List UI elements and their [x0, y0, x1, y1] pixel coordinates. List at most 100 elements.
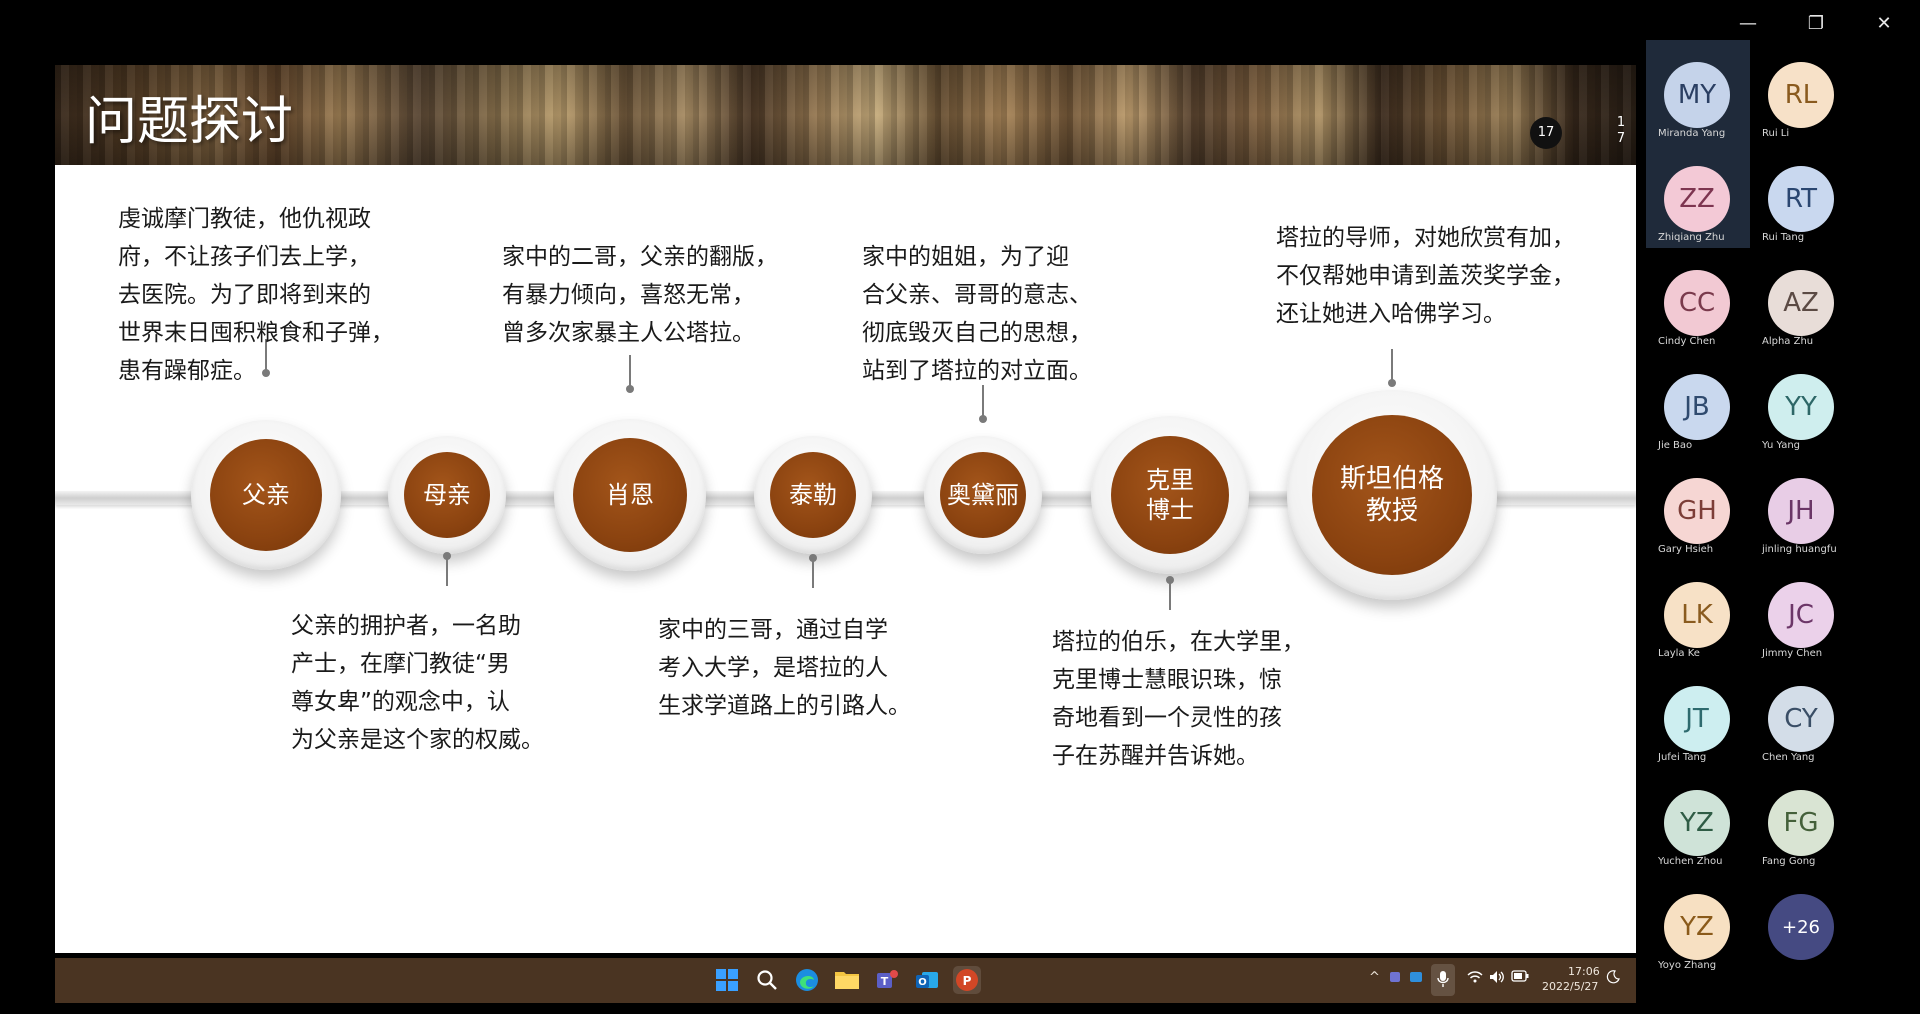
timeline-node-4: 泰勒 [754, 436, 872, 554]
description-line: 塔拉的伯乐，在大学里， [1052, 629, 1305, 655]
battery-icon[interactable] [1511, 970, 1529, 986]
participant-tile[interactable]: JC Jimmy Chen [1750, 560, 1854, 664]
close-icon[interactable]: ✕ [1864, 10, 1904, 38]
avatar: YZ [1664, 790, 1730, 856]
description-line: 塔拉的导师，对她欣赏有加， [1276, 225, 1575, 251]
presentation-slide: 问题探讨 17 1 7 父亲 虔诚摩门教徒，他仇视政 府，不让孩子们去上学， 去医院。… [55, 65, 1636, 953]
page-digit-2: 7 [1616, 131, 1626, 146]
participant-tile[interactable]: +26 [1750, 872, 1854, 976]
character-name: 父亲 [210, 439, 322, 551]
participant-name: Fang Gong [1762, 856, 1816, 867]
participant-name: Zhiqiang Zhu [1658, 232, 1725, 243]
description-line: 克里博士慧眼识珠，惊 [1052, 667, 1282, 693]
timeline-dot [1166, 576, 1174, 584]
avatar: YZ [1664, 894, 1730, 960]
description-line: 还让她进入哈佛学习。 [1276, 301, 1506, 327]
tray-teams-icon[interactable] [1389, 970, 1403, 988]
avatar: RT [1768, 166, 1834, 232]
description-line: 患有躁郁症。 [118, 358, 256, 384]
screen: — ❐ ✕ 问题探讨 17 1 7 父亲 虔诚摩门教徒，他仇视政 府，不让孩子们去上… [0, 0, 1920, 1014]
wifi-icon[interactable] [1467, 970, 1483, 988]
search-icon[interactable] [753, 966, 781, 994]
volume-icon[interactable] [1489, 970, 1505, 988]
participant-name: Jimmy Chen [1762, 648, 1823, 659]
avatar: AZ [1768, 270, 1834, 336]
tray-expand-icon[interactable]: ^ [1369, 970, 1380, 985]
timeline-node-2: 母亲 [388, 436, 506, 554]
avatar: JC [1768, 582, 1834, 648]
timeline-connector [446, 556, 448, 586]
teams-icon[interactable]: T [873, 966, 901, 994]
description-line: 彻底毁灭自己的思想， [862, 320, 1092, 346]
edge-icon[interactable] [793, 966, 821, 994]
description-line: 考入大学，是塔拉的人 [658, 655, 888, 681]
timeline-connector [1169, 580, 1171, 610]
character-description: 塔拉的导师，对她欣赏有加， 不仅帮她申请到盖茨奖学金， 还让她进入哈佛学习。 [1276, 219, 1575, 333]
svg-text:O: O [918, 977, 927, 988]
character-description: 家中的三哥，通过自学 考入大学，是塔拉的人 生求学道路上的引路人。 [658, 611, 911, 725]
participant-tile[interactable]: ZZ Zhiqiang Zhu [1646, 144, 1750, 248]
description-line: 为父亲是这个家的权威。 [291, 727, 544, 753]
participant-tile[interactable]: JB Jie Bao [1646, 352, 1750, 456]
participant-tile[interactable]: FG Fang Gong [1750, 768, 1854, 872]
moon-icon[interactable] [1606, 970, 1620, 988]
participant-name: jinling huangfu [1762, 544, 1837, 555]
character-name: 斯坦伯格 教授 [1312, 415, 1472, 575]
participant-name: Rui Tang [1762, 232, 1805, 243]
timeline-node-5: 奥黛丽 [924, 436, 1042, 554]
participant-tile[interactable]: YY Yu Yang [1750, 352, 1854, 456]
participant-tile[interactable]: RL Rui Li [1750, 40, 1854, 144]
svg-text:T: T [881, 975, 889, 988]
participant-tile[interactable]: MY Miranda Yang [1646, 40, 1750, 144]
character-name: 母亲 [404, 452, 490, 538]
participant-tile[interactable]: YZ Yoyo Zhang [1646, 872, 1750, 976]
timeline-connector [629, 355, 631, 389]
timeline-dot [809, 554, 817, 562]
avatar: GH [1664, 478, 1730, 544]
character-description: 虔诚摩门教徒，他仇视政 府，不让孩子们去上学， 去医院。为了即将到来的 世界末日囤积粮… [118, 200, 394, 390]
character-description: 家中的姐姐，为了迎 合父亲、哥哥的意志、 彻底毁灭自己的思想， 站到了塔拉的对立面。 [862, 238, 1092, 390]
restore-icon[interactable]: ❐ [1796, 10, 1836, 38]
microphone-icon[interactable] [1431, 964, 1455, 996]
description-line: 世界末日囤积粮食和子弹， [118, 320, 394, 346]
timeline-node-1: 父亲 [191, 420, 341, 570]
tray-outlook-icon[interactable] [1409, 970, 1423, 988]
outlook-icon[interactable]: O [913, 966, 941, 994]
avatar: JB [1664, 374, 1730, 440]
description-line: 不仅帮她申请到盖茨奖学金， [1276, 263, 1575, 289]
participant-tile[interactable]: AZ Alpha Zhu [1750, 248, 1854, 352]
participant-tile[interactable]: JT Jufei Tang [1646, 664, 1750, 768]
minimize-icon[interactable]: — [1728, 10, 1768, 38]
participant-tile[interactable]: CY Chen Yang [1750, 664, 1854, 768]
description-line: 站到了塔拉的对立面。 [862, 358, 1092, 384]
windows-start-icon[interactable] [713, 966, 741, 994]
avatar: YY [1768, 374, 1834, 440]
description-line: 生求学道路上的引路人。 [658, 693, 911, 719]
participant-tile[interactable]: YZ Yuchen Zhou [1646, 768, 1750, 872]
timeline-dot [626, 385, 634, 393]
participant-name: Yoyo Zhang [1658, 960, 1717, 971]
avatar: RL [1768, 62, 1834, 128]
participant-name: Chen Yang [1762, 752, 1815, 763]
description-line: 虔诚摩门教徒，他仇视政 [118, 206, 371, 232]
participant-tile[interactable]: CC Cindy Chen [1646, 248, 1750, 352]
participant-name: Cindy Chen [1658, 336, 1716, 347]
clock-time[interactable]: 17:06 [1568, 965, 1600, 978]
description-line: 家中的姐姐，为了迎 [862, 244, 1069, 270]
avatar: MY [1664, 62, 1730, 128]
participant-tile[interactable]: RT Rui Tang [1750, 144, 1854, 248]
timeline-connector [982, 385, 984, 419]
powerpoint-icon[interactable]: P [953, 966, 981, 994]
description-line: 曾多次家暴主人公塔拉。 [502, 320, 755, 346]
participant-tile[interactable]: LK Layla Ke [1646, 560, 1750, 664]
timeline-node-7: 斯坦伯格 教授 [1287, 390, 1497, 600]
participant-tile[interactable]: JH jinling huangfu [1750, 456, 1854, 560]
participant-name: Alpha Zhu [1762, 336, 1814, 347]
file-explorer-icon[interactable] [833, 966, 861, 994]
svg-text:P: P [963, 974, 972, 988]
participant-tile[interactable]: GH Gary Hsieh [1646, 456, 1750, 560]
clock-date[interactable]: 2022/5/27 [1542, 980, 1598, 993]
timeline-dot [443, 552, 451, 560]
character-name: 泰勒 [770, 452, 856, 538]
avatar: +26 [1768, 894, 1834, 960]
